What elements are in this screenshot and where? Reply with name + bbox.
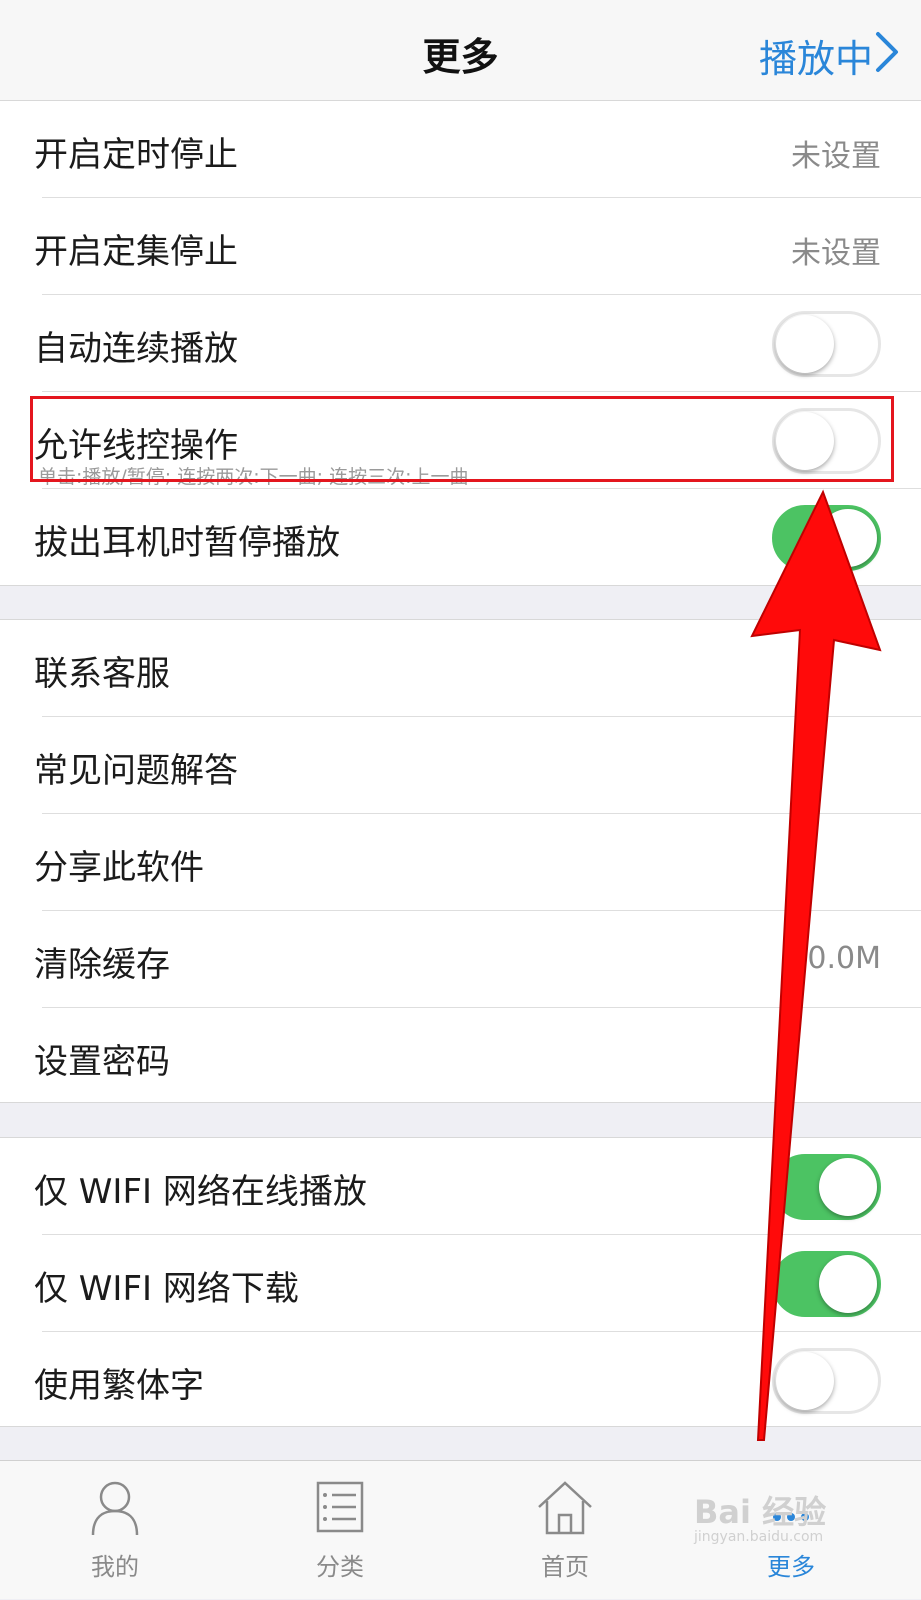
- now-playing-label: 播放中: [758, 37, 873, 81]
- watermark-logo: Bai 经验: [694, 1493, 827, 1531]
- row-label: 设置密码: [34, 1042, 170, 1082]
- auto-continue-toggle[interactable]: [772, 311, 881, 377]
- row-label: 拔出耳机时暂停播放: [34, 523, 340, 563]
- row-label: 清除缓存: [34, 945, 170, 985]
- tab-mine[interactable]: 我的: [0, 1461, 230, 1600]
- tab-label: 我的: [91, 1553, 139, 1581]
- toggle-knob: [819, 1255, 877, 1313]
- cache-size-value: 0.0M: [807, 941, 881, 976]
- now-playing-button[interactable]: 播放中: [759, 28, 873, 83]
- toggle-knob: [776, 315, 834, 373]
- tab-label: 分类: [316, 1553, 364, 1581]
- tab-home[interactable]: 首页: [450, 1461, 680, 1600]
- row-label: 开启定时停止: [34, 135, 238, 175]
- headphone-pause-toggle[interactable]: [772, 505, 881, 571]
- row-value: 未设置: [791, 236, 881, 271]
- tab-label: 首页: [541, 1553, 589, 1581]
- wifi-download-toggle[interactable]: [772, 1251, 881, 1317]
- traditional-chinese-toggle[interactable]: [772, 1348, 881, 1414]
- nav-bar: 更多 播放中: [0, 0, 921, 101]
- row-traditional-chinese: 使用繁体字: [0, 1332, 921, 1426]
- row-faq[interactable]: 常见问题解答: [0, 717, 921, 814]
- row-sleep-timer[interactable]: 开启定时停止 未设置: [0, 101, 921, 198]
- person-icon: [91, 1481, 139, 1536]
- row-clear-cache[interactable]: 清除缓存 0.0M: [0, 911, 921, 1008]
- watermark-url: jingyan.baidu.com: [694, 1529, 824, 1545]
- row-set-password[interactable]: 设置密码: [0, 1008, 921, 1102]
- home-icon: [538, 1481, 592, 1535]
- row-wifi-download: 仅 WIFI 网络下载: [0, 1235, 921, 1332]
- row-label: 分享此软件: [34, 848, 204, 888]
- wifi-stream-toggle[interactable]: [772, 1154, 881, 1220]
- settings-group-network: 仅 WIFI 网络在线播放 仅 WIFI 网络下载 使用繁体字: [0, 1137, 921, 1427]
- row-label: 联系客服: [34, 654, 170, 694]
- row-episode-stop[interactable]: 开启定集停止 未设置: [0, 198, 921, 295]
- row-wifi-stream: 仅 WIFI 网络在线播放: [0, 1138, 921, 1235]
- settings-group-playback: 开启定时停止 未设置 开启定集停止 未设置 自动连续播放 允许线控操作 单击:播…: [0, 100, 921, 586]
- tab-category[interactable]: 分类: [225, 1461, 455, 1600]
- chevron-right-icon[interactable]: [873, 30, 901, 74]
- baidu-watermark: Bai 经验 jingyan.baidu.com: [690, 1475, 890, 1555]
- list-icon: [316, 1481, 364, 1533]
- toggle-knob: [819, 509, 877, 567]
- row-contact-support[interactable]: 联系客服: [0, 620, 921, 717]
- row-label: 使用繁体字: [34, 1366, 204, 1406]
- toggle-knob: [819, 1158, 877, 1216]
- row-headphone-pause: 拔出耳机时暂停播放: [0, 489, 921, 585]
- toggle-knob: [776, 1352, 834, 1410]
- row-label: 自动连续播放: [34, 329, 238, 369]
- row-value: 未设置: [791, 139, 881, 174]
- row-label: 仅 WIFI 网络在线播放: [34, 1172, 367, 1212]
- annotation-highlight-box: [30, 396, 894, 482]
- row-share-app[interactable]: 分享此软件: [0, 814, 921, 911]
- row-label: 仅 WIFI 网络下载: [34, 1269, 299, 1309]
- settings-group-misc: 联系客服 常见问题解答 分享此软件 清除缓存 0.0M 设置密码: [0, 619, 921, 1103]
- row-label: 开启定集停止: [34, 232, 238, 272]
- row-auto-continue: 自动连续播放: [0, 295, 921, 392]
- row-label: 常见问题解答: [34, 751, 238, 791]
